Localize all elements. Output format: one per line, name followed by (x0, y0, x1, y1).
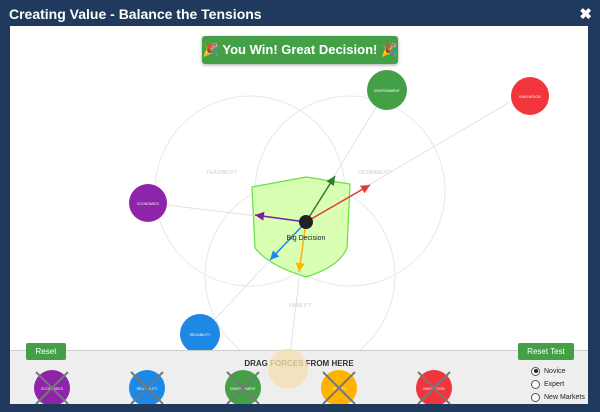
close-icon[interactable]: ✖ (579, 5, 592, 23)
title-bar: Creating Value - Balance the Tensions ✖ (0, 0, 600, 26)
force-label-innovation: INNOVATION (519, 95, 541, 99)
force-tray: DRAG FORCES FROM HERE (10, 350, 588, 404)
tray-label: DRAG FORCES FROM HERE (244, 359, 354, 368)
reset-button[interactable]: Reset (26, 343, 66, 360)
force-label-reliability: RELIABILITY (190, 333, 211, 337)
force-label-economics: ECONOMICS (137, 202, 159, 206)
radio-expert-indicator[interactable] (531, 379, 540, 389)
radio-novice-indicator[interactable] (531, 366, 540, 376)
mode-radio-group: Novice Expert New Markets (531, 365, 585, 404)
decision-label: Big Decision (287, 235, 326, 242)
radio-expert[interactable]: Expert (531, 378, 585, 390)
venn-label-feasibility: FEASIBILITY (207, 170, 237, 176)
radio-novice-label: Novice (544, 367, 566, 375)
radio-new-markets-indicator[interactable] (531, 392, 540, 402)
radio-expert-label: Expert (544, 380, 565, 388)
window-title: Creating Value - Balance the Tensions (9, 6, 262, 22)
venn-label-desirability: DESIRABILITY (358, 170, 393, 176)
force-field: FEASIBILITY DESIRABILITY VIABILITY Big D… (129, 70, 549, 372)
radio-novice[interactable]: Novice (531, 365, 585, 377)
reset-test-button[interactable]: Reset Test (518, 343, 574, 360)
win-banner: 🎉 You Win! Great Decision! 🎉 (202, 36, 398, 64)
radio-new-markets-label: New Markets (544, 393, 585, 401)
game-canvas[interactable]: FEASIBILITY DESIRABILITY VIABILITY Big D… (10, 26, 588, 404)
decision-node (299, 215, 313, 229)
force-label-environment: ENVIRONMENT (374, 89, 401, 93)
radio-new-markets[interactable]: New Markets (531, 391, 585, 403)
venn-label-viability: VIABILITY (288, 303, 312, 309)
